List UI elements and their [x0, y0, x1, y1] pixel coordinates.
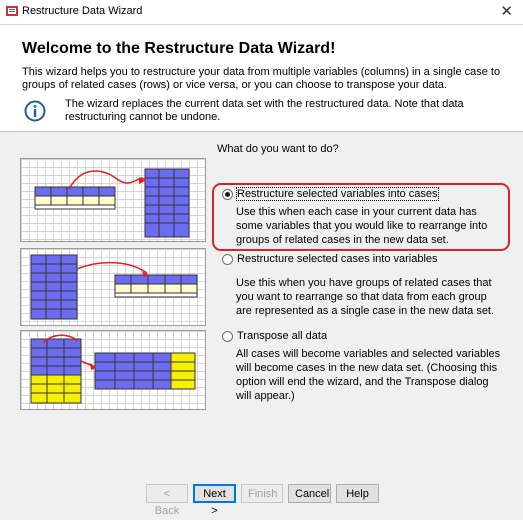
window-title: Restructure Data Wizard — [22, 5, 143, 17]
info-text: The wizard replaces the current data set… — [65, 98, 464, 123]
cancel-button[interactable]: Cancel — [288, 484, 331, 503]
app-icon — [6, 6, 18, 16]
illustration-transpose — [20, 330, 206, 410]
header-divider — [0, 131, 523, 132]
next-button[interactable]: Next > — [193, 484, 236, 517]
question-label: What do you want to do? — [217, 143, 339, 155]
help-button[interactable]: Help — [336, 484, 379, 503]
option-label: Restructure selected cases into variable… — [237, 253, 438, 265]
radio-variables-to-cases[interactable]: Restructure selected variables into case… — [222, 187, 439, 201]
radio-cases-to-variables[interactable]: Restructure selected cases into variable… — [222, 253, 438, 265]
radio-button-selected[interactable] — [222, 188, 233, 200]
illustration-cases-to-variables — [20, 248, 206, 326]
page-title: Welcome to the Restructure Data Wizard! — [22, 40, 336, 57]
illustration-variables-to-cases — [20, 158, 206, 242]
finish-button[interactable]: Finish — [241, 484, 283, 503]
radio-button[interactable] — [222, 330, 233, 342]
intro-text: This wizard helps you to restructure you… — [22, 66, 501, 91]
option-description: All cases will become variables and sele… — [236, 348, 501, 402]
radio-transpose[interactable]: Transpose all data — [222, 330, 327, 342]
back-button[interactable]: < Back — [146, 484, 188, 517]
info-circle-icon — [24, 100, 46, 122]
option-description: Use this when each case in your current … — [236, 206, 488, 246]
option-description: Use this when you have groups of related… — [236, 277, 495, 317]
title-bar: Restructure Data Wizard ✕ — [0, 0, 523, 25]
close-icon[interactable]: ✕ — [500, 2, 513, 20]
radio-button[interactable] — [222, 253, 233, 265]
option-label: Restructure selected variables into case… — [236, 187, 439, 201]
option-label: Transpose all data — [237, 330, 328, 342]
